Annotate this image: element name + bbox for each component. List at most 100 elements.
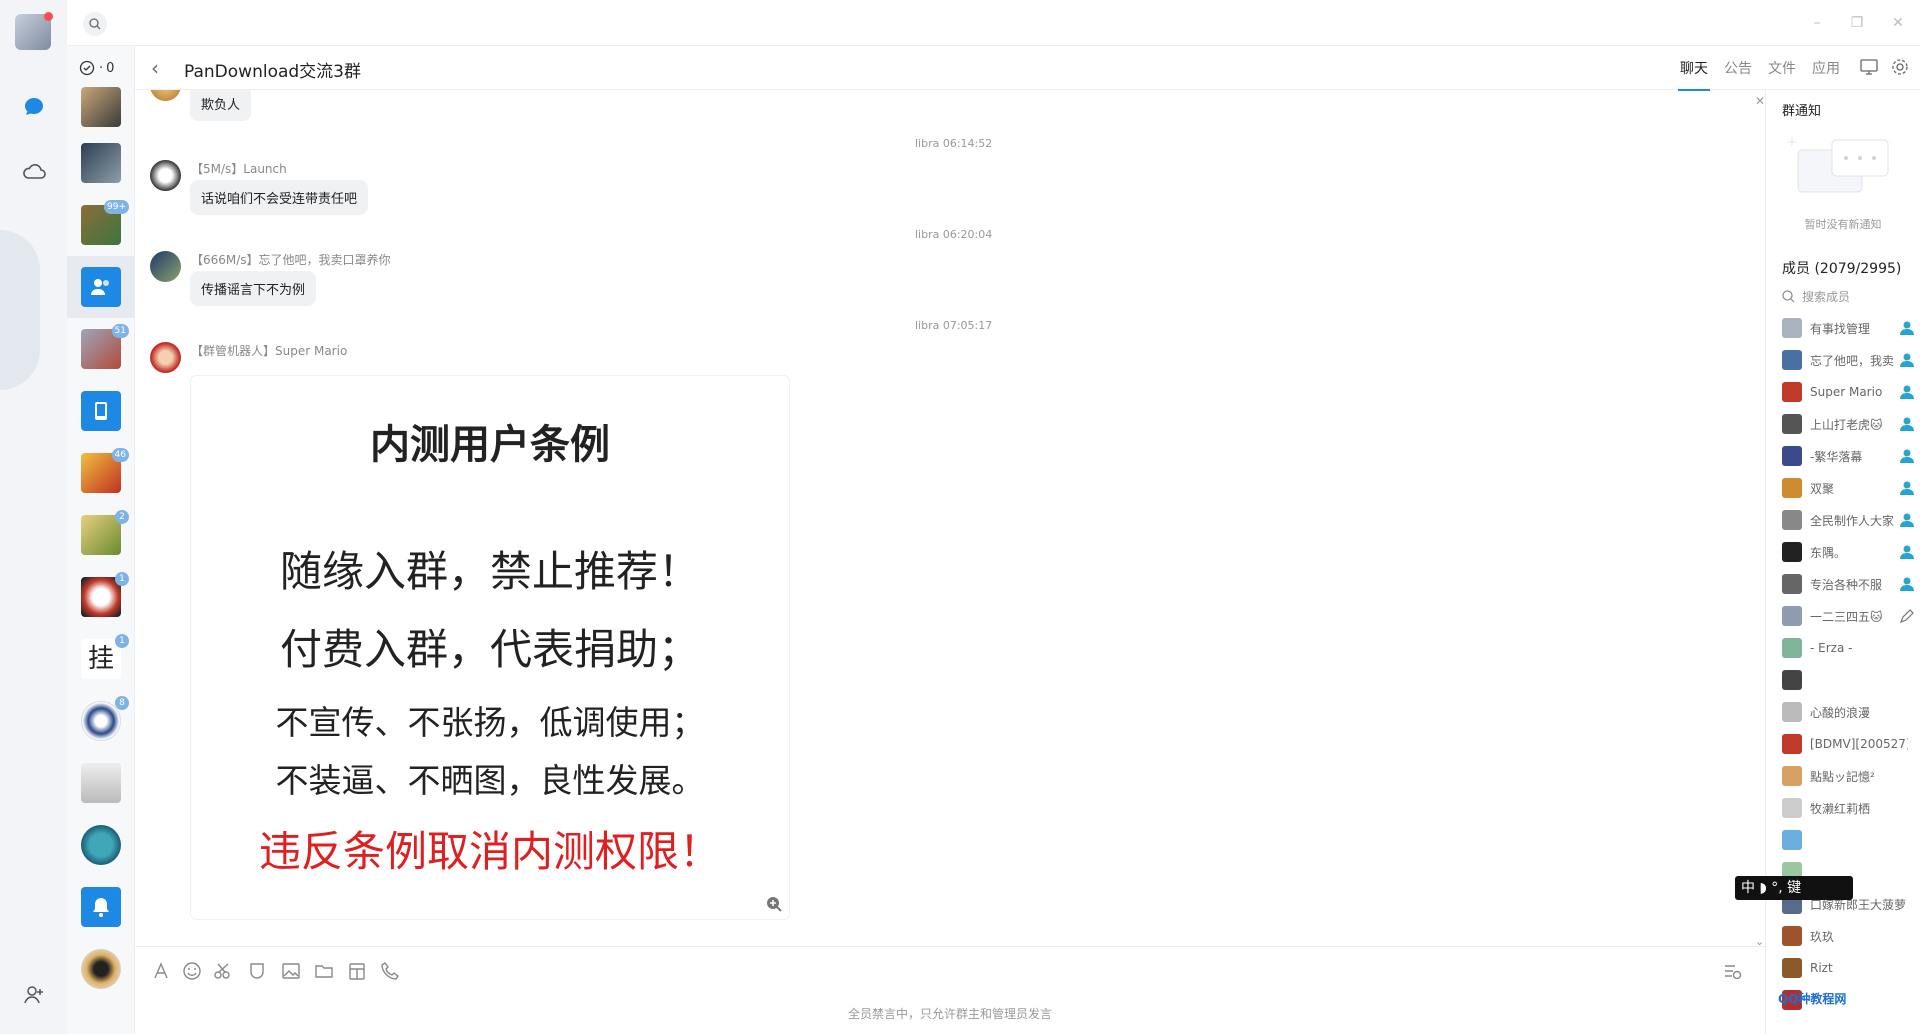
message-bubble[interactable]: 话说咱们不会受连带责任吧	[190, 180, 369, 215]
red-packet-icon[interactable]	[347, 961, 367, 981]
member-row[interactable]: 牧濑红莉栖	[1766, 792, 1920, 824]
ime-status-bar[interactable]: 中 ◗ °, 键	[1735, 876, 1853, 900]
notification-dot	[44, 12, 53, 21]
member-name: 心酸的浪漫	[1810, 705, 1871, 720]
member-row[interactable]: 忘了他吧，我卖	[1766, 344, 1920, 376]
message-bubble[interactable]: 欺负人	[190, 90, 252, 121]
bell-icon	[93, 898, 109, 917]
unread-badge: 51	[111, 324, 129, 338]
member-row[interactable]: 玖玖	[1766, 920, 1920, 952]
member-row[interactable]: 一二三四五🐱	[1766, 600, 1920, 632]
conversation-item[interactable]	[67, 752, 135, 814]
member-row[interactable]	[1766, 664, 1920, 696]
scroll-down-icon[interactable]: ⌄	[1755, 930, 1764, 946]
rules-image-message[interactable]: 内测用户条例 随缘入群，禁止推荐！ 付费入群，代表捐助； 不宣传、不张扬，低调使…	[190, 375, 790, 920]
unread-badge: 1	[115, 572, 129, 586]
conversation-item[interactable]	[67, 938, 135, 1000]
shield-icon[interactable]	[247, 961, 267, 981]
conversation-item[interactable]	[67, 132, 135, 194]
member-avatar	[1782, 318, 1802, 338]
message-history-icon[interactable]	[1722, 961, 1742, 981]
conversation-item[interactable]: 2	[67, 504, 135, 566]
add-contact-icon[interactable]	[20, 981, 48, 1009]
member-row[interactable]: - Erza -	[1766, 632, 1920, 664]
cloud-icon[interactable]	[20, 157, 48, 185]
member-row[interactable]: 东隅。	[1766, 536, 1920, 568]
conversation-item[interactable]: 99+	[67, 194, 135, 256]
settings-gear-icon[interactable]	[1891, 58, 1909, 80]
member-row[interactable]: 心酸的浪漫	[1766, 696, 1920, 728]
emoji-icon[interactable]	[182, 961, 202, 981]
member-name: [BDMV][200527] W	[1810, 737, 1908, 751]
screenshot-scissors-icon[interactable]	[213, 961, 233, 981]
member-avatar	[1782, 766, 1802, 786]
close-window-button[interactable]: ✕	[1889, 14, 1907, 32]
folder-icon[interactable]	[314, 961, 334, 981]
conversation-item[interactable]	[67, 814, 135, 876]
user-avatar[interactable]	[15, 12, 53, 50]
back-button[interactable]: ‹	[151, 56, 159, 80]
member-name: 东隅。	[1810, 545, 1847, 560]
conversation-item[interactable]: 51	[67, 318, 135, 380]
empty-notice-illustration	[1788, 138, 1889, 193]
member-avatar	[1782, 574, 1802, 594]
member-avatar	[1782, 606, 1802, 626]
member-name: Rizt	[1810, 961, 1833, 975]
message-area[interactable]: 欺负人 libra 06:14:52 【5M/s】Launch 话说咱们不会受连…	[135, 90, 1765, 946]
restore-button[interactable]: ❐	[1848, 14, 1866, 32]
admin-icon	[1900, 417, 1914, 431]
zoom-in-icon[interactable]	[765, 895, 783, 913]
conversation-item[interactable]: 挂1	[67, 628, 135, 690]
search-button[interactable]	[83, 12, 107, 36]
member-row[interactable]: 双聚	[1766, 472, 1920, 504]
conversation-item[interactable]: 46	[67, 442, 135, 504]
conversation-item[interactable]: 1	[67, 566, 135, 628]
member-row[interactable]: 有事找管理	[1766, 312, 1920, 344]
conversation-item-active[interactable]	[67, 256, 135, 318]
font-icon[interactable]	[151, 961, 171, 981]
member-name: 忘了他吧，我卖	[1810, 353, 1895, 368]
member-row[interactable]: 全民制作人大家	[1766, 504, 1920, 536]
conversation-item[interactable]	[67, 876, 135, 938]
member-row[interactable]: 上山打老虎🐱	[1766, 408, 1920, 440]
sender-name[interactable]: 【群管机器人】Super Mario	[191, 342, 347, 359]
conversation-item[interactable]: 8	[67, 690, 135, 752]
member-row[interactable]	[1766, 824, 1920, 856]
tab-files[interactable]: 文件	[1768, 58, 1796, 78]
member-search[interactable]: 搜索成员	[1782, 288, 1850, 305]
member-avatar	[1782, 958, 1802, 978]
tab-announcement[interactable]: 公告	[1724, 58, 1752, 78]
group-notice-title[interactable]: 群通知	[1782, 100, 1821, 119]
conversation-item[interactable]	[67, 82, 135, 132]
member-row[interactable]: [BDMV][200527] W	[1766, 728, 1920, 760]
member-row[interactable]: Super Mario	[1766, 376, 1920, 408]
conversation-item[interactable]	[67, 380, 135, 442]
admin-icon	[1900, 449, 1914, 463]
member-row[interactable]: 點點ッ記憶²	[1766, 760, 1920, 792]
member-row[interactable]: Rizt	[1766, 952, 1920, 984]
tab-apps[interactable]: 应用	[1812, 58, 1840, 78]
image-icon[interactable]	[281, 961, 301, 981]
message-bubble[interactable]: 传播谣言下不为例	[190, 271, 317, 306]
member-row[interactable]: 专治各种不服	[1766, 568, 1920, 600]
edit-pencil-icon[interactable]	[1899, 608, 1915, 624]
sender-name[interactable]: 【666M/s】忘了他吧，我卖口罩养你	[191, 251, 391, 268]
sender-avatar[interactable]	[150, 90, 181, 101]
screen-share-icon[interactable]	[1860, 59, 1878, 79]
member-row[interactable]: -繁华落幕	[1766, 440, 1920, 472]
sender-avatar[interactable]	[150, 160, 181, 191]
tab-chat[interactable]: 聊天	[1678, 58, 1710, 91]
sender-name[interactable]: 【5M/s】Launch	[191, 160, 287, 177]
sender-avatar[interactable]	[150, 251, 181, 282]
message-icon[interactable]	[20, 93, 48, 121]
unread-badge: 1	[115, 634, 129, 648]
close-panel-icon[interactable]: ✕	[1755, 90, 1765, 109]
rules-line: 随缘入群，禁止推荐！	[279, 547, 700, 596]
admin-icon	[1900, 321, 1914, 335]
member-avatar	[1782, 638, 1802, 658]
check-circle-icon	[79, 60, 95, 76]
member-avatar	[1782, 670, 1802, 690]
minimize-button[interactable]: –	[1808, 14, 1826, 32]
sender-avatar[interactable]	[150, 342, 181, 373]
phone-call-icon[interactable]	[380, 961, 400, 981]
